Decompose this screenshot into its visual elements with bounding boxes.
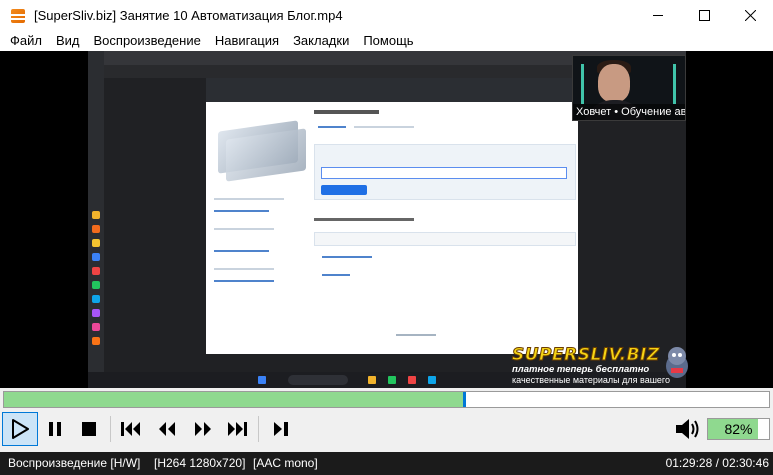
minimize-button[interactable] [635,0,681,31]
stop-icon [82,422,96,436]
menu-help[interactable]: Помощь [356,31,420,51]
pause-button[interactable] [40,412,70,446]
menu-navigation[interactable]: Навигация [208,31,286,51]
close-icon [744,10,756,21]
window-title: [SuperSliv.biz] Занятие 10 Автоматизация… [34,8,343,23]
video-surface[interactable]: Ховчет • Обучение ав... SUPERSLIV.BIZ пл… [0,51,773,388]
maximize-button[interactable] [681,0,727,31]
time-display[interactable]: 01:29:28 / 02:30:46 [666,452,769,475]
pause-icon [49,422,61,436]
video-app-sidebar [88,51,104,388]
fast-forward-button[interactable] [188,412,218,446]
menu-view[interactable]: Вид [49,31,87,51]
menu-bar: Файл Вид Воспроизведение Навигация Закла… [0,31,773,51]
seek-progress-fill [4,392,463,407]
maximize-icon [698,10,710,21]
minimize-icon [652,15,663,16]
play-icon [12,419,29,439]
video-dark-panel [578,78,686,372]
next-button[interactable] [222,412,252,446]
title-bar[interactable]: [SuperSliv.biz] Занятие 10 Автоматизация… [0,0,773,31]
frame-step-button[interactable] [266,412,296,446]
mascot-icon [666,347,688,378]
menu-file[interactable]: Файл [3,31,49,51]
previous-icon [121,422,140,436]
watermark: SUPERSLIV.BIZ платное теперь бесплатно к… [512,346,692,388]
stop-button[interactable] [74,412,104,446]
volume-slider[interactable]: 82% [707,418,770,440]
player-window: [SuperSliv.biz] Занятие 10 Автоматизация… [0,0,773,475]
status-bar: Воспроизведение [H/W] [H264 1280x720] [A… [0,452,773,475]
frame-step-icon [274,422,288,436]
previous-button[interactable] [116,412,146,446]
volume-icon[interactable] [674,416,702,442]
vlc-cone-icon [10,8,26,24]
video-codec-info: [H264 1280x720] [154,456,246,470]
close-button[interactable] [727,0,773,31]
volume-level: 82% [724,421,753,437]
seek-handle[interactable] [463,392,466,407]
video-web-page [206,78,578,354]
rewind-button[interactable] [152,412,182,446]
seek-slider[interactable] [3,391,770,408]
audio-codec-info: [AAC mono] [253,456,318,470]
fast-forward-icon [195,422,211,436]
playback-controls: 82% [0,410,773,448]
menu-playback[interactable]: Воспроизведение [87,31,208,51]
rewind-icon [159,422,175,436]
webcam-caption: Ховчет • Обучение ав... [573,104,685,120]
next-icon [228,422,247,436]
webcam-overlay: Ховчет • Обучение ав... [572,55,686,121]
play-button[interactable] [2,412,38,446]
menu-bookmarks[interactable]: Закладки [286,31,356,51]
playback-state: Воспроизведение [H/W] [8,456,141,470]
